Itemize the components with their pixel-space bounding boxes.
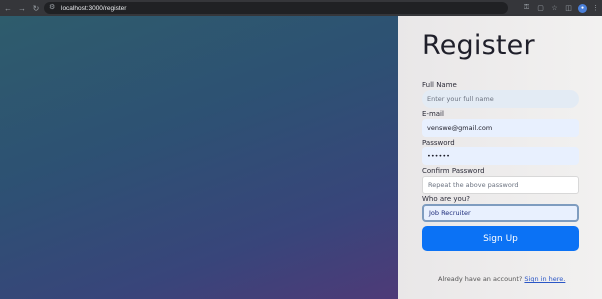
email-input[interactable]: venswe@gmail.com <box>422 119 579 137</box>
address-bar[interactable]: ⚙ localhost:3000/register <box>44 2 508 14</box>
password-input[interactable]: •••••• <box>422 147 579 165</box>
back-arrow-icon[interactable]: ← <box>2 2 14 14</box>
register-panel: Register Full Name Enter your full name … <box>398 16 602 299</box>
hero-gradient <box>0 16 398 299</box>
sign-in-link[interactable]: Sign in here. <box>524 275 565 283</box>
role-label: Who are you? <box>422 195 470 203</box>
signin-prompt-text: Already have an account? <box>438 275 523 283</box>
confirm-password-label: Confirm Password <box>422 167 485 175</box>
profile-avatar[interactable]: ● <box>578 3 587 13</box>
signin-prompt: Already have an account? Sign in here. <box>438 275 565 283</box>
browser-actions: ⚿ ▢ ☆ ◫ ● ⋮ <box>522 2 599 14</box>
install-icon[interactable]: ▢ <box>536 4 545 12</box>
url-text: localhost:3000/register <box>61 4 127 12</box>
key-icon[interactable]: ⚿ <box>522 4 531 12</box>
page-title: Register <box>422 30 535 61</box>
confirm-password-input[interactable]: Repeat the above password <box>422 176 579 194</box>
email-label: E-mail <box>422 110 444 118</box>
password-label: Password <box>422 139 455 147</box>
kebab-menu-icon[interactable]: ⋮ <box>592 4 599 12</box>
register-page: Register Full Name Enter your full name … <box>0 16 602 299</box>
forward-arrow-icon[interactable]: → <box>16 2 28 14</box>
role-select[interactable]: Job Recruiter <box>422 204 579 222</box>
browser-toolbar: ← → ↻ ⚙ localhost:3000/register ⚿ ▢ ☆ ◫ … <box>0 0 602 16</box>
puzzle-icon[interactable]: ◫ <box>564 4 573 12</box>
star-icon[interactable]: ☆ <box>550 4 559 12</box>
sign-up-button[interactable]: Sign Up <box>422 226 579 251</box>
full-name-label: Full Name <box>422 81 457 89</box>
full-name-input[interactable]: Enter your full name <box>422 90 579 108</box>
site-info-icon[interactable]: ⚙ <box>49 4 57 12</box>
reload-icon[interactable]: ↻ <box>30 2 42 14</box>
